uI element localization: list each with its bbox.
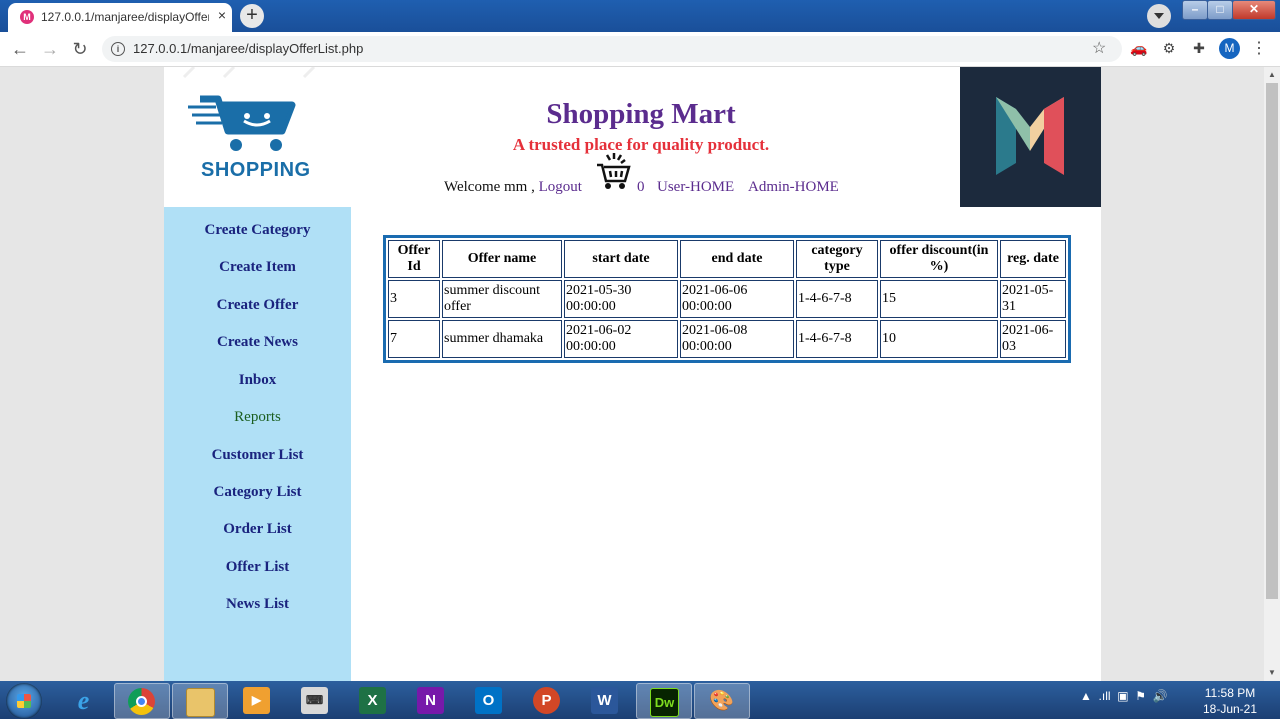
cell-end-date: 2021-06-08 00:00:00 [680,320,794,358]
paint-icon[interactable]: 🎨 [694,683,750,719]
tab-title: 127.0.0.1/manjaree/displayOfferList.php [41,10,209,24]
sidebar-item-order-list[interactable]: Order List [164,521,351,538]
media-player-icon[interactable]: ▶ [230,683,284,717]
puzzle-extension-icon[interactable]: ✚ [1190,39,1208,57]
sidebar-item-inbox[interactable]: Inbox [164,372,351,389]
logout-link[interactable]: Logout [539,179,582,195]
user-home-link[interactable]: User-HOME [657,179,734,196]
column-header-category-type: category type [796,240,878,278]
page-content: SHOPPING Shopping Mart A trusted place f… [164,65,1101,681]
scroll-down-arrow-icon[interactable]: ▼ [1264,665,1280,681]
outlook-icon[interactable]: O [462,683,516,717]
car-extension-icon[interactable]: 🚗 [1130,39,1148,57]
column-header-end-date: end date [680,240,794,278]
cell-start-date: 2021-06-02 00:00:00 [564,320,678,358]
column-header-offer-discount: offer discount(in %) [880,240,998,278]
window-maximize-button[interactable]: □ [1207,0,1233,20]
cell-offer-discount: 15 [880,280,998,318]
browser-tab[interactable]: M 127.0.0.1/manjaree/displayOfferList.ph… [8,3,232,32]
table-row: 3 summer discount offer 2021-05-30 00:00… [388,280,1066,318]
back-arrow-icon[interactable]: ← [9,38,31,60]
sidebar-item-customer-list[interactable]: Customer List [164,447,351,464]
site-title: Shopping Mart [546,98,736,130]
column-header-offer-name: Offer name [442,240,562,278]
tab-search-icon[interactable] [1147,4,1171,28]
forward-arrow-icon[interactable]: → [39,38,61,60]
window-close-button[interactable]: ✕ [1232,0,1276,20]
sidebar-item-create-news[interactable]: Create News [164,334,351,351]
column-header-offer-id: Offer Id [388,240,440,278]
shopping-logo: SHOPPING [164,65,351,207]
url-text[interactable]: 127.0.0.1/manjaree/displayOfferList.php [133,41,363,56]
cell-category-type: 1-4-6-7-8 [796,320,878,358]
cell-offer-discount: 10 [880,320,998,358]
dreamweaver-icon[interactable]: Dw [636,683,692,719]
browser-tab-strip: M 127.0.0.1/manjaree/displayOfferList.ph… [0,0,1280,32]
sidebar-item-create-item[interactable]: Create Item [164,259,351,276]
start-button[interactable] [6,683,42,719]
welcome-text: Welcome mm , [444,179,535,195]
excel-icon[interactable]: X [346,683,400,717]
cell-reg-date: 2021-06-03 [1000,320,1066,358]
scroll-up-arrow-icon[interactable]: ▲ [1264,67,1280,83]
word-icon[interactable]: W [578,683,632,717]
keyboard-icon[interactable]: ⌨ [288,683,342,717]
cell-reg-date: 2021-05-31 [1000,280,1066,318]
cell-category-type: 1-4-6-7-8 [796,280,878,318]
powerpoint-icon[interactable]: P [520,683,574,717]
admin-sidebar: Create Category Create Item Create Offer… [164,207,351,681]
page-scrollbar[interactable]: ▲ ▼ [1264,67,1280,681]
sidebar-item-category-list[interactable]: Category List [164,484,351,501]
offer-list-table: Offer Id Offer name start date end date … [383,235,1071,363]
cart-count: 0 [637,179,645,195]
cart-icon[interactable] [596,151,632,191]
sidebar-item-offer-list[interactable]: Offer List [164,559,351,576]
file-explorer-icon[interactable] [172,683,228,719]
profile-avatar[interactable]: M [1219,38,1240,59]
m-logo-icon [996,97,1064,175]
system-tray[interactable]: ▲ .ıll ▣ ⚑ 🔊 [1080,689,1168,703]
scroll-thumb[interactable] [1266,83,1278,599]
chrome-icon[interactable] [114,683,170,719]
clock-time[interactable]: 11:58 PM [1190,686,1270,700]
tab-favicon-icon: M [20,10,34,24]
table-row: 7 summer dhamaka 2021-06-02 00:00:00 202… [388,320,1066,358]
menu-dots-icon[interactable]: ⋮ [1251,38,1267,60]
cell-start-date: 2021-05-30 00:00:00 [564,280,678,318]
address-bar[interactable]: i 127.0.0.1/manjaree/displayOfferList.ph… [102,36,1122,62]
sidebar-item-create-offer[interactable]: Create Offer [164,297,351,314]
reload-icon[interactable]: ↻ [69,38,91,60]
windows-taskbar: e ▶ ⌨ X N O P W Dw 🎨 ▲ .ıll ▣ ⚑ 🔊 11:58 … [0,681,1280,719]
table-header-row: Offer Id Offer name start date end date … [388,240,1066,278]
cell-offer-name: summer discount offer [442,280,562,318]
column-header-start-date: start date [564,240,678,278]
cell-offer-id: 3 [388,280,440,318]
window-minimize-button[interactable]: – [1182,0,1208,20]
site-tagline: A trusted place for quality product. [512,135,770,154]
tab-close-icon[interactable]: × [214,7,230,23]
admin-home-link[interactable]: Admin-HOME [748,179,839,196]
brand-m-logo [960,67,1101,207]
cell-offer-id: 7 [388,320,440,358]
site-info-icon[interactable]: i [111,42,125,56]
bookmark-star-icon[interactable]: ☆ [1092,38,1106,58]
browser-toolbar: ← → ↻ i 127.0.0.1/manjaree/displayOfferL… [0,32,1280,67]
new-tab-button[interactable]: + [240,4,264,28]
cell-end-date: 2021-06-06 00:00:00 [680,280,794,318]
clock-date[interactable]: 18-Jun-21 [1190,702,1270,716]
cell-offer-name: summer dhamaka [442,320,562,358]
internet-explorer-icon[interactable]: e [57,683,111,717]
sidebar-item-news-list[interactable]: News List [164,596,351,613]
column-header-reg-date: reg. date [1000,240,1066,278]
site-header: Shopping Mart A trusted place for qualit… [351,67,961,207]
onenote-icon[interactable]: N [404,683,458,717]
gears-extension-icon[interactable]: ⚙ [1160,39,1178,57]
sidebar-item-create-category[interactable]: Create Category [164,222,351,239]
logo-text: SHOPPING [201,159,311,181]
welcome-row: Welcome mm , Logout [444,179,582,196]
sidebar-item-reports[interactable]: Reports [164,409,351,426]
shopping-cart-logo-icon [182,65,316,151]
